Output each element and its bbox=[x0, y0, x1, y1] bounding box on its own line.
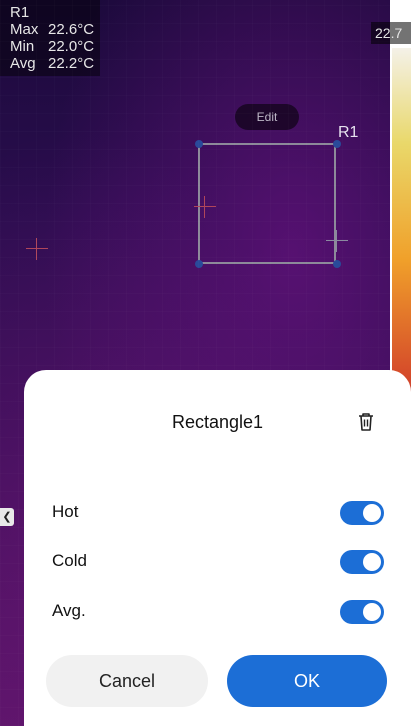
rect-handle-top-right[interactable] bbox=[333, 140, 341, 148]
app-screen: R1 Max 22.6°C Min 22.0°C Avg 22.2°C Edit R1… bbox=[0, 0, 411, 726]
avg-stat: Avg 22.2°C bbox=[10, 55, 94, 72]
center-spot-crosshair-icon bbox=[26, 238, 48, 260]
toggle-label-hot: Hot bbox=[52, 502, 79, 521]
ok-button[interactable]: OK bbox=[227, 655, 387, 707]
chevron-left-icon[interactable]: ❮ bbox=[0, 508, 14, 526]
avg-toggle-switch[interactable] bbox=[340, 600, 384, 624]
rect-handle-bottom-right[interactable] bbox=[333, 260, 341, 268]
rectangle-label: R1 bbox=[338, 124, 359, 141]
toggle-row-hot: Hot bbox=[52, 498, 384, 528]
measurement-stats-panel: R1 Max 22.6°C Min 22.0°C Avg 22.2°C bbox=[0, 0, 101, 76]
cold-spot-crosshair-icon bbox=[326, 230, 348, 252]
min-label: Min bbox=[10, 38, 35, 55]
max-value: 22.6°C bbox=[48, 21, 95, 38]
toggle-knob bbox=[363, 504, 381, 522]
hot-toggle-switch[interactable] bbox=[340, 501, 384, 525]
region-name: R1 bbox=[10, 4, 30, 21]
min-stat: Min 22.0°C bbox=[10, 38, 94, 55]
toggle-knob bbox=[363, 553, 381, 571]
sheet-title: Rectangle1 bbox=[171, 412, 264, 432]
toggle-row-avg: Avg. bbox=[52, 597, 384, 627]
toggle-label-cold: Cold bbox=[52, 551, 87, 570]
avg-value: 22.2°C bbox=[48, 55, 95, 72]
rect-handle-top-left[interactable] bbox=[195, 140, 203, 148]
cancel-button[interactable]: Cancel bbox=[46, 655, 208, 707]
hot-spot-crosshair-icon bbox=[194, 196, 216, 218]
trash-icon[interactable] bbox=[355, 411, 377, 433]
measurement-rectangle[interactable] bbox=[198, 143, 336, 264]
toggle-label-avg: Avg. bbox=[52, 601, 86, 620]
rectangle-settings-sheet: Rectangle1 Hot Cold Avg. Cancel OK bbox=[24, 370, 411, 726]
toggle-knob bbox=[363, 603, 381, 621]
scale-max-value: 22.7 bbox=[371, 22, 411, 44]
toggle-row-cold: Cold bbox=[52, 547, 384, 577]
edit-button[interactable]: Edit bbox=[235, 104, 299, 130]
avg-label: Avg bbox=[10, 55, 36, 72]
cold-toggle-switch[interactable] bbox=[340, 550, 384, 574]
max-stat: Max 22.6°C bbox=[10, 21, 94, 38]
rect-handle-bottom-left[interactable] bbox=[195, 260, 203, 268]
max-label: Max bbox=[10, 21, 39, 38]
min-value: 22.0°C bbox=[48, 38, 95, 55]
